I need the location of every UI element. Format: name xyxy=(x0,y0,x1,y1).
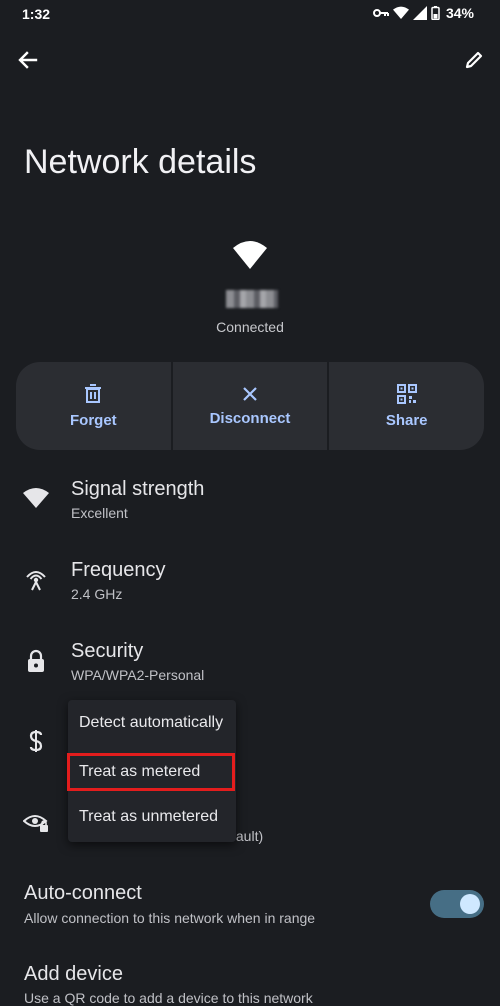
menu-item-label: Detect automatically xyxy=(79,714,224,731)
menu-item-label: Treat as unmetered xyxy=(79,808,219,825)
lock-icon xyxy=(22,647,50,675)
status-icons: 34% xyxy=(372,5,474,21)
eye-lock-icon xyxy=(22,808,50,836)
page-title: Network details xyxy=(24,143,257,181)
vpn-key-icon xyxy=(372,9,389,17)
qr-code-icon xyxy=(396,383,417,404)
back-button[interactable] xyxy=(14,46,42,74)
network-name-redacted xyxy=(226,290,278,308)
add-device-subtitle: Use a QR code to add a device to this ne… xyxy=(24,990,313,1006)
cell-signal-icon xyxy=(412,6,427,20)
share-button[interactable]: Share xyxy=(327,362,484,450)
forget-button[interactable]: Forget xyxy=(16,362,171,450)
antenna-icon xyxy=(22,565,50,593)
menu-item-treat-as-metered[interactable]: Treat as metered xyxy=(67,753,235,791)
signal-strength-row[interactable]: Signal strength Excellent xyxy=(0,470,500,540)
arrow-left-icon xyxy=(18,51,38,69)
security-row[interactable]: Security WPA/WPA2-Personal xyxy=(0,632,500,702)
frequency-value: 2.4 GHz xyxy=(71,586,123,602)
menu-item-detect-automatically[interactable]: Detect automatically xyxy=(68,704,236,744)
dollar-icon xyxy=(22,727,50,755)
toggle-knob xyxy=(460,894,480,914)
signal-strength-title: Signal strength xyxy=(71,478,205,500)
edit-button[interactable] xyxy=(460,46,488,74)
battery-icon xyxy=(431,6,440,20)
security-title: Security xyxy=(71,640,144,662)
battery-percentage: 34% xyxy=(445,5,474,21)
forget-label: Forget xyxy=(70,411,117,429)
auto-connect-toggle[interactable] xyxy=(430,890,484,918)
wifi-icon xyxy=(22,484,50,512)
wifi-icon xyxy=(233,241,267,269)
auto-connect-subtitle: Allow connection to this network when in… xyxy=(24,910,316,926)
disconnect-button[interactable]: Disconnect xyxy=(170,362,328,450)
disconnect-label: Disconnect xyxy=(209,409,291,427)
action-bar: Forget Disconnect Share xyxy=(16,362,484,450)
frequency-title: Frequency xyxy=(71,559,166,581)
frequency-row[interactable]: Frequency 2.4 GHz xyxy=(0,551,500,621)
pencil-icon xyxy=(465,51,483,69)
add-device-title[interactable]: Add device xyxy=(24,963,123,986)
menu-item-treat-as-unmetered[interactable]: Treat as unmetered xyxy=(68,798,236,838)
metered-options-menu: Detect automatically Treat as metered Tr… xyxy=(67,700,236,842)
auto-connect-title: Auto-connect xyxy=(24,882,142,904)
menu-item-label: Treat as metered xyxy=(79,763,201,780)
status-bar: 1:32 34% xyxy=(0,0,500,30)
status-time: 1:32 xyxy=(22,6,51,22)
trash-icon xyxy=(85,383,102,403)
close-icon xyxy=(243,386,257,401)
connection-status: Connected xyxy=(216,319,284,335)
security-value: WPA/WPA2-Personal xyxy=(71,667,205,683)
signal-strength-value: Excellent xyxy=(71,505,128,521)
wifi-icon xyxy=(392,6,409,20)
privacy-value-partial: fault) xyxy=(232,828,264,844)
share-label: Share xyxy=(385,411,428,429)
